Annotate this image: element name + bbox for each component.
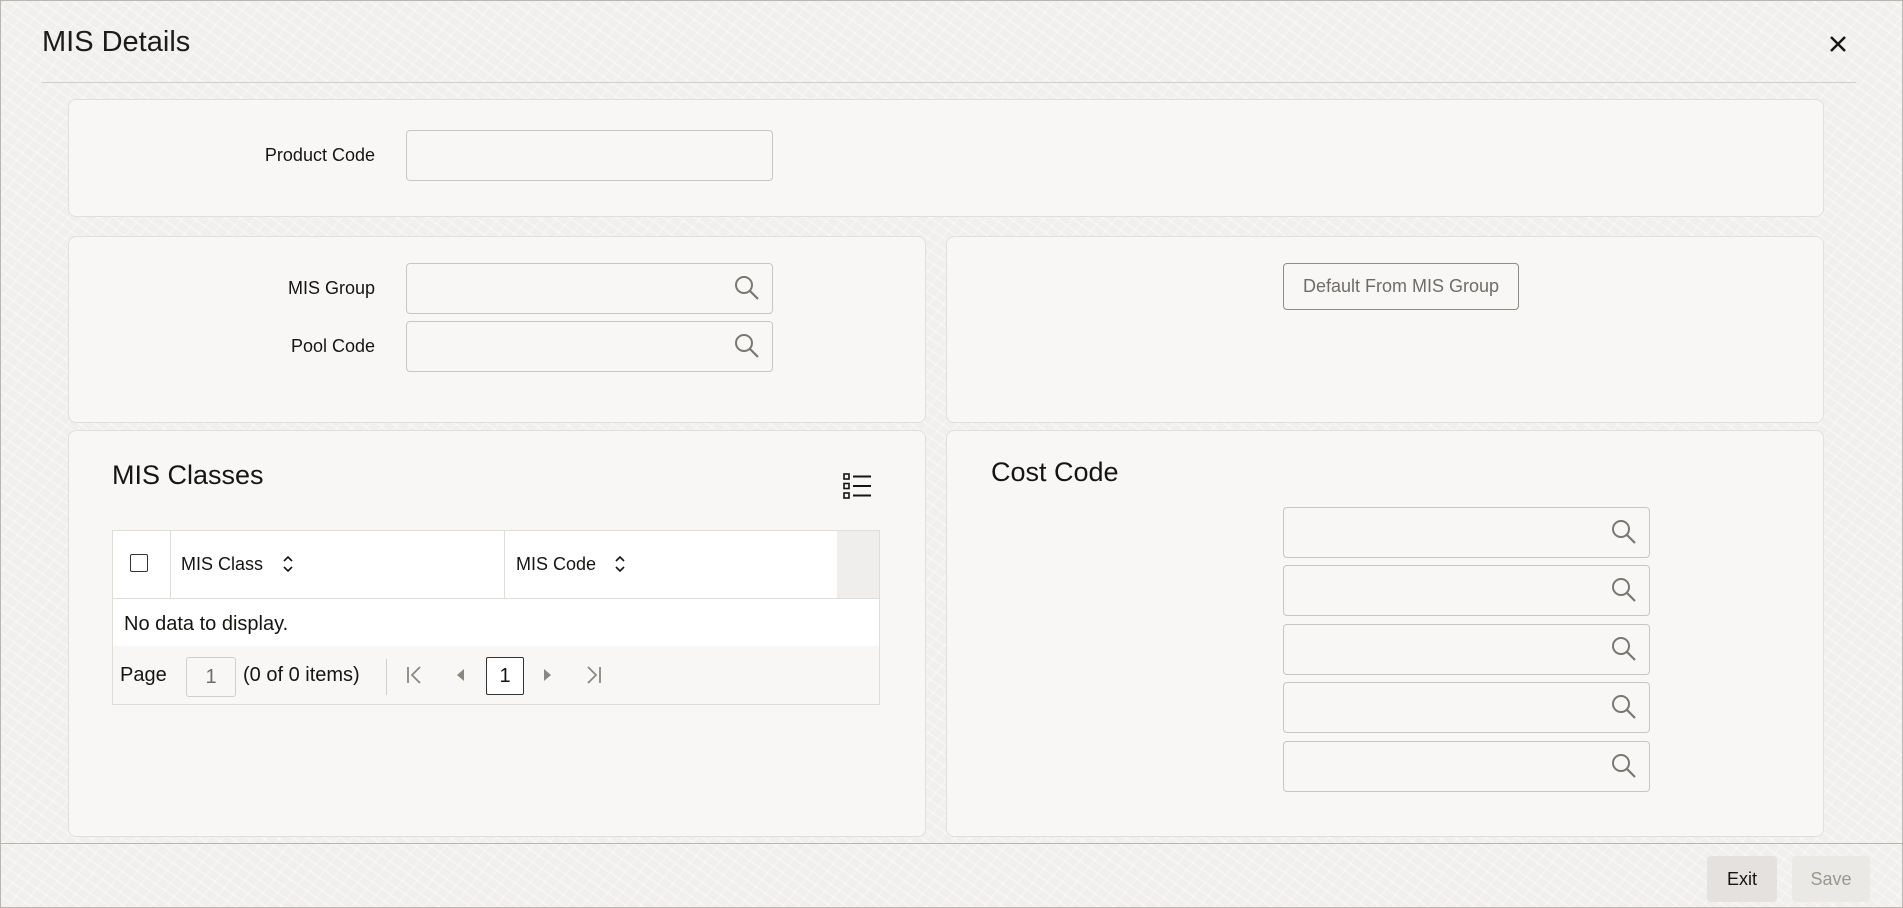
pool-code-input[interactable] xyxy=(406,321,773,372)
pagination: Page 1 (0 of 0 items) 1 xyxy=(113,646,879,704)
mis-group-input[interactable] xyxy=(406,263,773,314)
mis-classes-title: MIS Classes xyxy=(112,460,264,490)
default-from-mis-group-button[interactable]: Default From MIS Group xyxy=(1283,263,1519,310)
cost-code-field-2[interactable] xyxy=(1283,565,1650,616)
sort-icon[interactable] xyxy=(281,553,295,575)
search-icon[interactable] xyxy=(1610,752,1638,780)
column-header-mis-code[interactable]: MIS Code xyxy=(516,554,596,575)
mis-group-label: MIS Group xyxy=(287,278,375,298)
dialog-title: MIS Details xyxy=(42,26,191,58)
sort-icon[interactable] xyxy=(613,553,627,575)
pool-code-label: Pool Code xyxy=(290,336,375,356)
pager-divider xyxy=(386,659,387,695)
close-icon[interactable] xyxy=(1822,28,1854,60)
column-divider xyxy=(504,531,505,598)
select-all-checkbox[interactable] xyxy=(130,554,148,572)
search-icon[interactable] xyxy=(733,332,761,360)
column-list-icon[interactable] xyxy=(841,470,873,502)
header-scroll-gutter xyxy=(837,531,879,599)
no-data-text: No data to display. xyxy=(124,613,289,635)
search-icon[interactable] xyxy=(1610,635,1638,663)
mis-classes-table: MIS Class MIS Code No data to display. P… xyxy=(112,530,880,705)
cost-code-field-1[interactable] xyxy=(1283,507,1650,558)
items-count: (0 of 0 items) xyxy=(243,664,360,686)
save-button[interactable]: Save xyxy=(1792,856,1870,902)
cost-code-field-5[interactable] xyxy=(1283,741,1650,792)
column-header-mis-class[interactable]: MIS Class xyxy=(181,554,263,575)
footer-divider xyxy=(0,843,1903,844)
product-code-label: Product Code xyxy=(264,145,375,165)
current-page-button[interactable]: 1 xyxy=(486,657,524,695)
exit-button[interactable]: Exit xyxy=(1707,856,1777,902)
last-page-icon[interactable] xyxy=(581,663,605,687)
page-number-input[interactable]: 1 xyxy=(186,657,236,697)
search-icon[interactable] xyxy=(1610,693,1638,721)
product-code-input[interactable] xyxy=(406,130,773,181)
column-divider xyxy=(170,531,171,598)
page-label: Page xyxy=(120,664,167,686)
search-icon[interactable] xyxy=(733,274,761,302)
empty-row: No data to display. xyxy=(113,599,879,646)
search-icon[interactable] xyxy=(1610,576,1638,604)
first-page-icon[interactable] xyxy=(403,663,427,687)
cost-code-field-3[interactable] xyxy=(1283,624,1650,675)
search-icon[interactable] xyxy=(1610,518,1638,546)
table-header: MIS Class MIS Code xyxy=(113,531,837,599)
cost-code-field-4[interactable] xyxy=(1283,682,1650,733)
title-divider xyxy=(42,82,1856,83)
cost-code-title: Cost Code xyxy=(991,457,1119,487)
previous-page-icon[interactable] xyxy=(449,663,473,687)
next-page-icon[interactable] xyxy=(535,663,559,687)
